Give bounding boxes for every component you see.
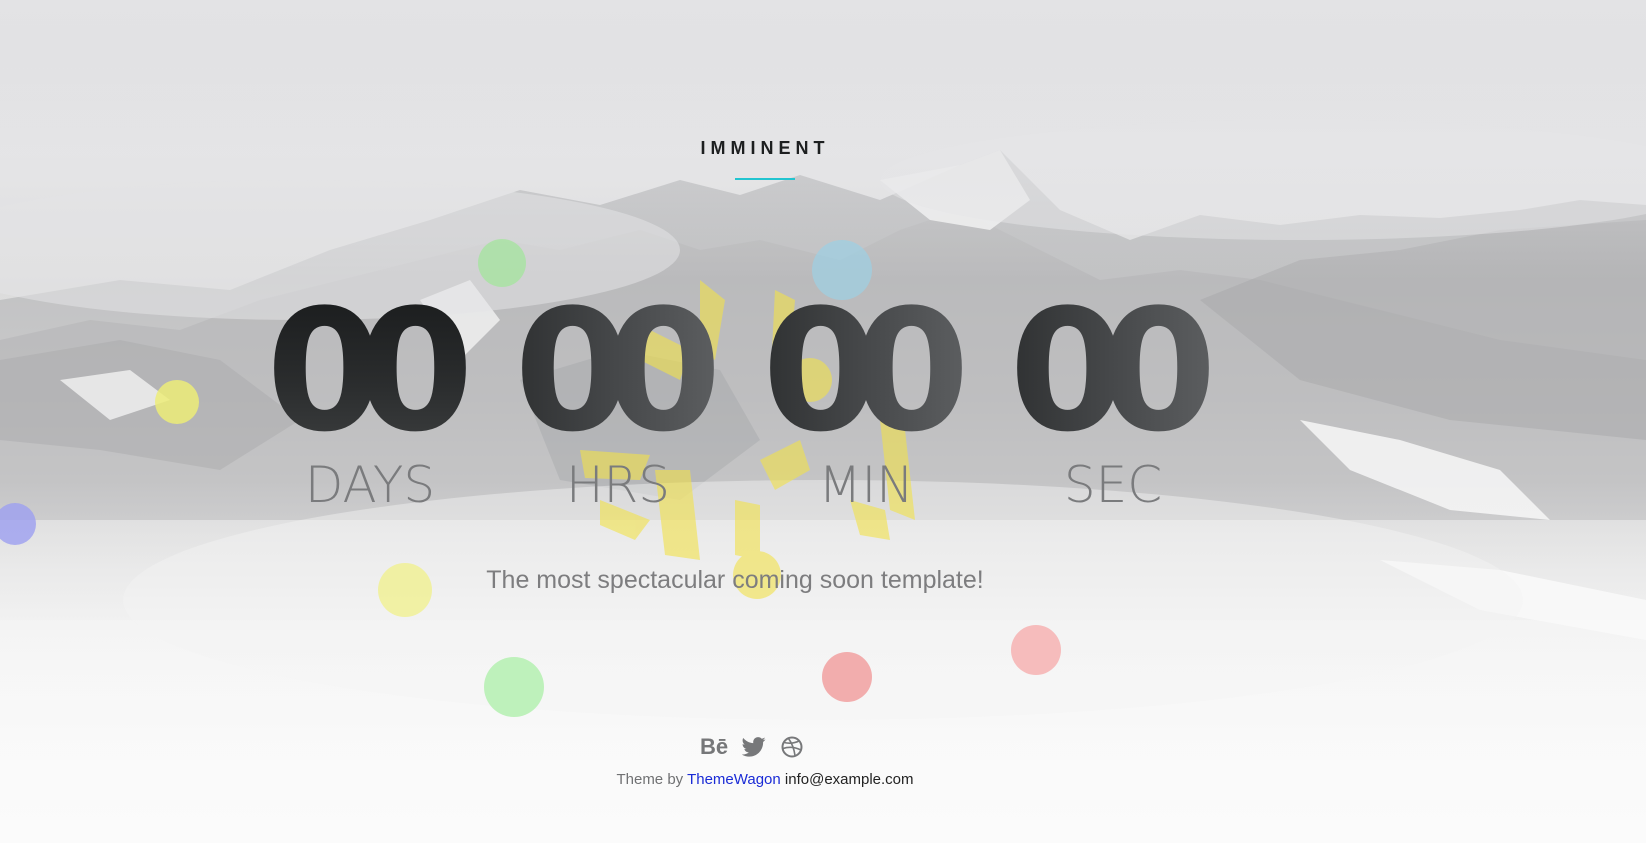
site-title: IMMINENT — [700, 138, 830, 158]
title-underline — [735, 178, 795, 180]
themewagon-link[interactable]: ThemeWagon — [687, 771, 781, 788]
seconds-value: 00 — [987, 287, 1217, 455]
confetti-circle — [822, 652, 872, 702]
countdown-days: 00 DAYS — [266, 287, 474, 512]
credit-prefix: Theme by — [616, 771, 684, 788]
minutes-value: 00 — [740, 287, 970, 455]
confetti-circle — [1011, 625, 1061, 675]
countdown-minutes: 00 MIN — [762, 287, 970, 512]
twitter-icon[interactable] — [742, 733, 766, 761]
tagline: The most spectacular coming soon templat… — [486, 566, 984, 594]
behance-icon[interactable]: Bē — [700, 733, 728, 761]
confetti-circle — [155, 380, 199, 424]
footer-credits: Theme by ThemeWagon info@example.com — [0, 771, 1530, 788]
countdown-seconds: 00 SEC — [1009, 287, 1217, 512]
days-value: 00 — [244, 287, 474, 455]
countdown-hours: 00 HRS — [514, 287, 722, 512]
social-links: Bē — [700, 733, 804, 761]
dribbble-icon[interactable] — [780, 733, 804, 761]
contact-email[interactable]: info@example.com — [785, 771, 914, 788]
confetti-circle — [484, 657, 544, 717]
hours-value: 00 — [492, 287, 722, 455]
